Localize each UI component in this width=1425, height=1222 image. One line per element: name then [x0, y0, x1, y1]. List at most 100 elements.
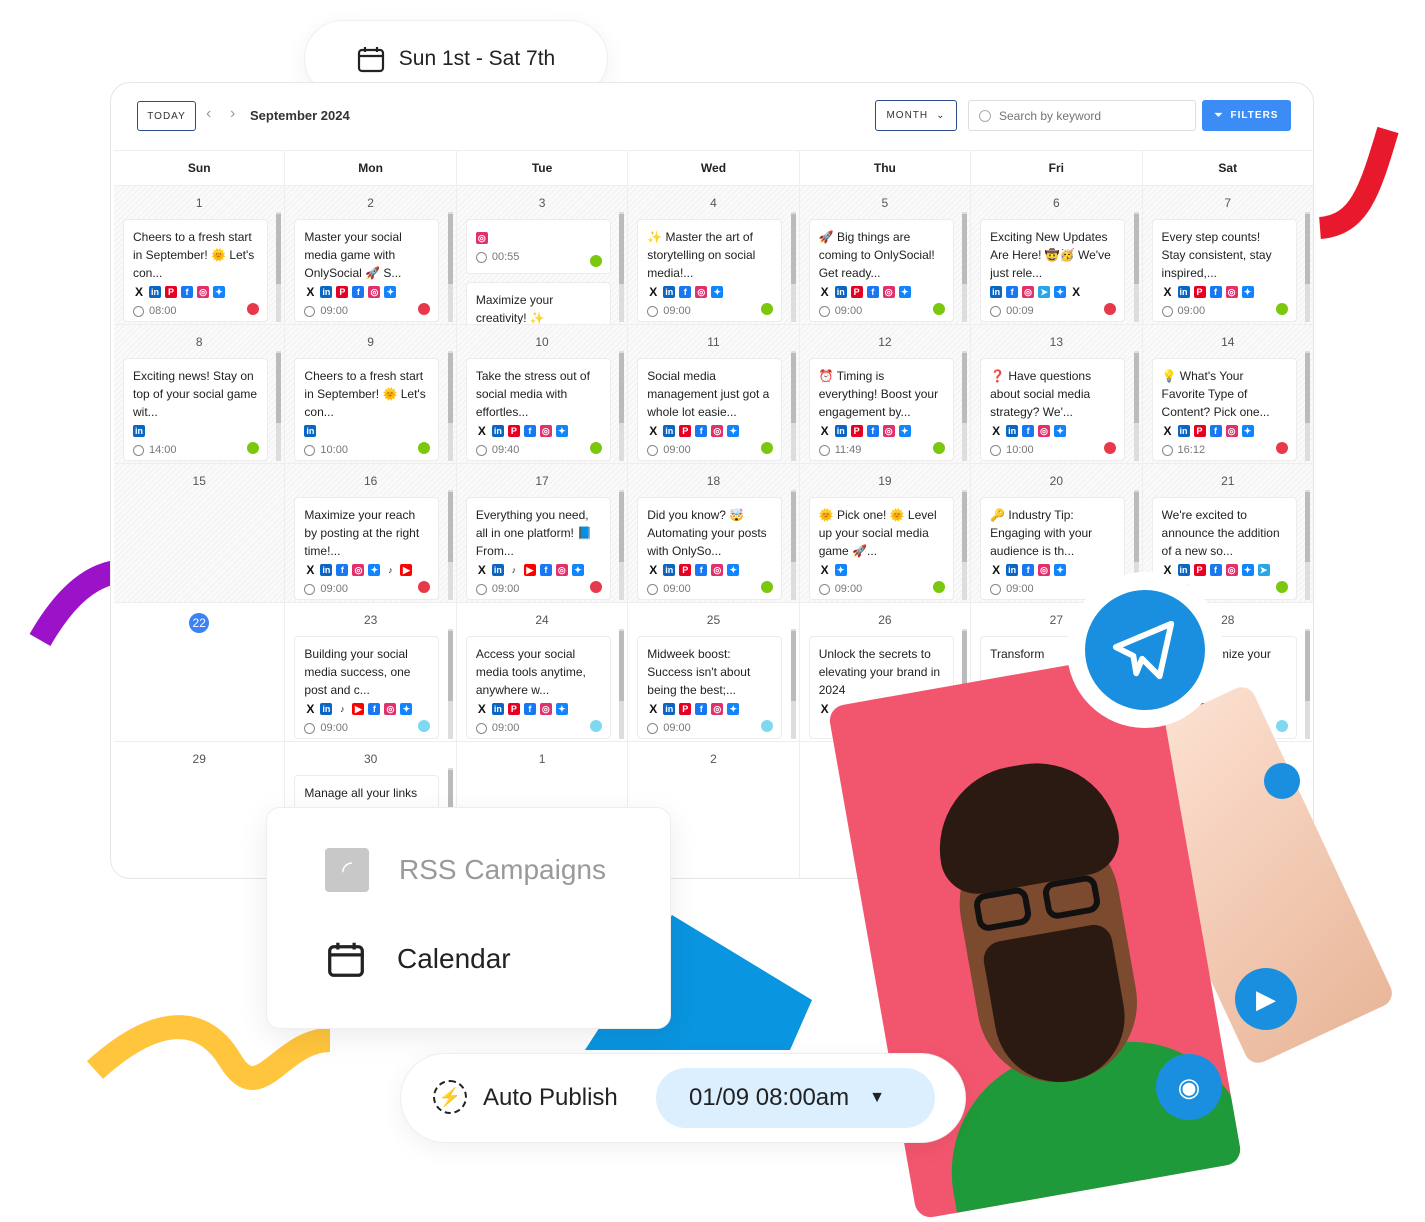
day-cell[interactable]: 12 ⏰ Timing is everything! Boost your eng… [799, 325, 972, 463]
day-cell[interactable]: 18 Did you know? 🤯 Automating your posts … [628, 464, 800, 602]
cell-scrollbar[interactable] [619, 351, 625, 461]
day-cell[interactable]: 11 Social media management just got a who… [628, 325, 800, 463]
day-cell[interactable]: 29 [114, 742, 286, 878]
cell-scrollbar[interactable] [276, 351, 282, 461]
status-dot-cyan [589, 720, 602, 732]
post-card[interactable]: Exciting New Updates Are Here! 🤠🥳 We've … [980, 219, 1126, 322]
day-cell[interactable]: 25 Midweek boost: Success isn't about bei… [628, 603, 800, 741]
cell-scrollbar[interactable] [790, 351, 796, 461]
post-card[interactable]: Did you know? 🤯 Automating your posts wi… [637, 497, 783, 600]
prev-month-button[interactable]: ‹ [206, 105, 211, 123]
x-icon: X [1163, 424, 1172, 438]
post-card[interactable]: Every step counts! Stay consistent, stay… [1151, 219, 1297, 322]
post-card[interactable]: 💡 What's Your Favorite Type of Content? … [1151, 358, 1297, 461]
day-cell[interactable]: 1 Cheers to a fresh start in September! 🌞… [114, 186, 286, 324]
post-card[interactable]: ◎ 00:55 [465, 219, 611, 274]
post-card[interactable]: Take the stress out of social media with… [465, 358, 611, 461]
post-card[interactable]: 🚀 Big things are coming to OnlySocial! G… [808, 219, 954, 322]
post-card[interactable]: Everything you need, all in one platform… [465, 497, 611, 600]
post-card[interactable]: Building your social media success, one … [294, 636, 440, 739]
cell-scrollbar[interactable] [619, 490, 625, 600]
day-cell[interactable]: 24 Access your social media tools anytime… [457, 603, 629, 741]
x-icon: X [820, 424, 829, 438]
next-month-button[interactable]: › [230, 105, 235, 123]
post-time-text: 09:00 [1177, 305, 1206, 317]
tiktok-icon: ♪ [511, 565, 517, 575]
day-cell[interactable]: 17 Everything you need, all in one platfo… [456, 464, 629, 602]
post-text: Maximize your creativity! ✨ [475, 293, 554, 324]
cell-scrollbar[interactable] [447, 212, 453, 322]
day-cell[interactable]: 7 Every step counts! Stay consistent, sta… [1142, 186, 1313, 324]
cell-scrollbar[interactable] [790, 212, 796, 322]
post-card[interactable]: ⏰ Timing is everything! Boost your engag… [808, 358, 954, 461]
linkedin-icon: in [149, 286, 161, 298]
day-cell[interactable]: 19 🌞 Pick one! 🌞 Level up your social med… [799, 464, 972, 602]
cell-scrollbar[interactable] [619, 212, 625, 322]
day-number: 14 [1143, 335, 1313, 349]
day-cell[interactable]: 22 [114, 603, 286, 741]
filters-button[interactable]: ⏷ FILTERS [1202, 100, 1291, 131]
cell-scrollbar[interactable] [962, 490, 968, 600]
caret-down-icon: ▼ [869, 1089, 885, 1106]
day-cell[interactable]: 14 💡 What's Your Favorite Type of Content… [1142, 325, 1313, 463]
cell-scrollbar[interactable] [790, 629, 796, 739]
cell-scrollbar[interactable] [447, 351, 453, 461]
search-input[interactable] [999, 108, 1179, 123]
day-number: 23 [285, 613, 455, 627]
cell-scrollbar[interactable] [619, 629, 625, 739]
day-cell[interactable]: 13 ❓ Have questions about social media st… [971, 325, 1143, 463]
day-number: 11 [628, 335, 798, 349]
post-card[interactable]: Social media management just got a whole… [637, 358, 783, 461]
status-dot-green [589, 255, 602, 267]
day-cell[interactable]: 15 [114, 464, 286, 602]
post-card[interactable]: Exciting news! Stay on top of your socia… [123, 358, 268, 461]
cell-scrollbar[interactable] [447, 490, 453, 600]
cell-scrollbar[interactable] [1304, 212, 1310, 322]
menu-item-rss[interactable]: ◜ RSS Campaigns [325, 848, 606, 892]
linkedin-icon: in [990, 286, 1003, 298]
post-card[interactable]: Master your social media game with OnlyS… [294, 219, 440, 322]
cell-scrollbar[interactable] [1304, 490, 1310, 600]
platform-icons: Xin Pf ◎ ✦ [304, 284, 429, 300]
cell-scrollbar[interactable] [1304, 351, 1310, 461]
cell-scrollbar[interactable] [1133, 212, 1139, 322]
day-cell[interactable]: 10 Take the stress out of social media wi… [456, 325, 629, 463]
menu-item-calendar[interactable]: Calendar [327, 940, 511, 978]
day-cell[interactable]: 3 ◎ 00:55 Maximize your creativity! ✨ [456, 186, 629, 324]
cell-scrollbar[interactable] [962, 351, 968, 461]
post-card[interactable]: Maximize your creativity! ✨ [465, 282, 611, 324]
post-card[interactable]: 🌞 Pick one! 🌞 Level up your social media… [808, 497, 954, 600]
post-text: Midweek boost: Success isn't about being… [647, 647, 751, 697]
day-cell[interactable]: 16 Maximize your reach by posting at the … [285, 464, 457, 602]
post-card[interactable]: ✨ Master the art of storytelling on soci… [637, 219, 783, 322]
post-card[interactable]: ❓ Have questions about social media stra… [980, 358, 1126, 461]
cell-scrollbar[interactable] [1304, 629, 1310, 739]
x-icon: X [649, 702, 658, 716]
publish-datetime-select[interactable]: 01/09 08:00am ▼ [656, 1068, 935, 1128]
day-number-text: 2 [367, 196, 374, 210]
cell-scrollbar[interactable] [962, 212, 968, 322]
day-cell[interactable]: 5 🚀 Big things are coming to OnlySocial! … [799, 186, 972, 324]
search-field[interactable] [968, 100, 1196, 131]
post-card[interactable]: Midweek boost: Success isn't about being… [637, 636, 783, 739]
post-card[interactable]: Access your social media tools anytime, … [465, 636, 611, 739]
post-card[interactable]: Cheers to a fresh start in September! 🌞 … [123, 219, 268, 322]
post-card[interactable]: Maximize your reach by posting at the ri… [294, 497, 440, 600]
post-card[interactable]: Cheers to a fresh start in September! 🌞 … [294, 358, 440, 461]
cell-scrollbar[interactable] [1133, 351, 1139, 461]
view-select[interactable]: MONTH ⌄ [875, 100, 957, 131]
day-cell[interactable]: 9 Cheers to a fresh start in September! 🌞… [285, 325, 457, 463]
cell-scrollbar[interactable] [276, 212, 282, 322]
day-cell[interactable]: 6 Exciting New Updates Are Here! 🤠🥳 We've… [971, 186, 1143, 324]
day-cell[interactable]: 2 Master your social media game with Only… [285, 186, 457, 324]
today-button[interactable]: TODAY [137, 101, 196, 131]
day-cell[interactable]: 4 ✨ Master the art of storytelling on soc… [628, 186, 800, 324]
bluesky-icon: ✦ [727, 564, 740, 576]
facebook-icon: f [523, 703, 536, 715]
cell-scrollbar[interactable] [447, 629, 453, 739]
facebook-icon: f [1209, 286, 1222, 298]
day-cell[interactable]: 23 Building your social media success, on… [285, 603, 457, 741]
day-number-text: 19 [878, 474, 892, 488]
cell-scrollbar[interactable] [790, 490, 796, 600]
day-cell[interactable]: 8 Exciting news! Stay on top of your soci… [114, 325, 286, 463]
